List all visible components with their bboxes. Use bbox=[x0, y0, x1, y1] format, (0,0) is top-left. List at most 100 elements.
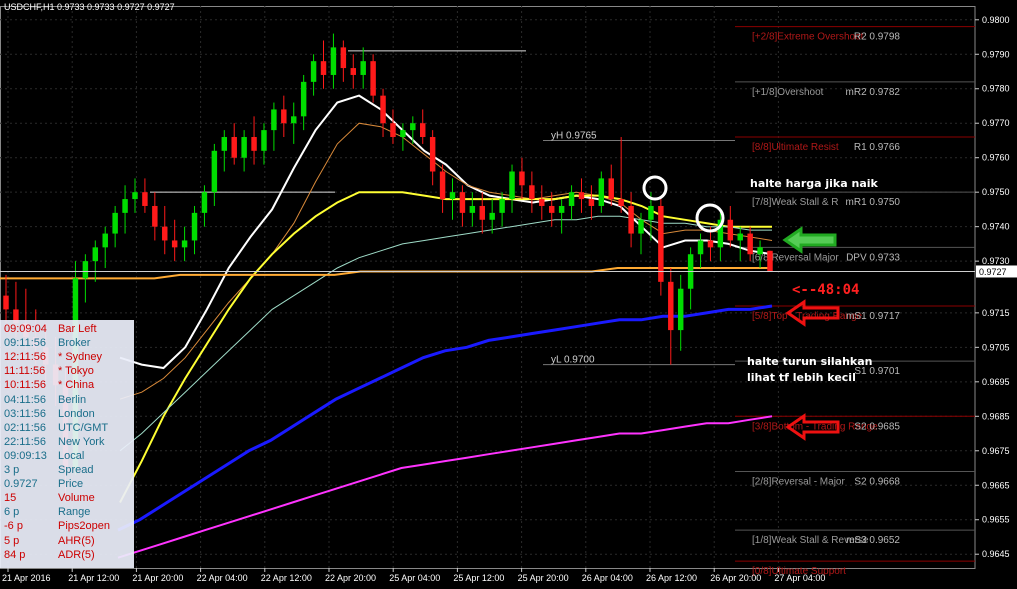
annotation-note-down-1: halte turun silahkan bbox=[747, 355, 873, 368]
candle-bear bbox=[251, 137, 257, 151]
y-tick-label: 0.9780 bbox=[982, 84, 1010, 94]
info-panel-value: 11:11:56 bbox=[4, 365, 46, 378]
candle-bull bbox=[300, 81, 307, 117]
murrey-level-tag: R1 0.9766 bbox=[854, 142, 901, 153]
candle-bull bbox=[469, 205, 476, 213]
y-tick-label: 0.9645 bbox=[982, 549, 1010, 559]
annotation-note-down-2: lihat tf lebih kecil bbox=[747, 371, 856, 384]
info-panel-value: 09:09:04 bbox=[4, 323, 47, 335]
info-panel-value: 6 p bbox=[4, 506, 20, 519]
y-tick-label: 0.9715 bbox=[982, 308, 1010, 318]
info-panel: 09:09:04 Bar Left 09:11:56 Broker 12:11:56 * … bbox=[0, 320, 134, 568]
candle-bear bbox=[578, 192, 585, 200]
info-panel-name: Volume bbox=[58, 492, 95, 505]
info-panel-name: Spread bbox=[58, 464, 94, 476]
x-tick-label: 21 Apr 2016 bbox=[2, 573, 51, 583]
candle-bear bbox=[370, 61, 376, 96]
x-tick-label: 25 Apr 20:00 bbox=[518, 573, 569, 583]
x-tick-label: 26 Apr 20:00 bbox=[710, 573, 761, 583]
candle-bull bbox=[201, 192, 208, 213]
candle-bear bbox=[142, 192, 148, 206]
y-tick-label: 0.9750 bbox=[982, 187, 1010, 197]
murrey-level-tag: DPV 0.9733 bbox=[846, 252, 900, 263]
info-panel-value: 84 p bbox=[4, 548, 26, 561]
y-tick-label: 0.9770 bbox=[982, 118, 1010, 128]
candle-bull bbox=[737, 233, 743, 241]
info-panel-name: Price bbox=[58, 478, 84, 491]
candle-bull bbox=[181, 240, 188, 248]
candle-bull bbox=[132, 192, 138, 200]
candle-bear bbox=[459, 192, 466, 213]
candle-bear bbox=[429, 137, 436, 172]
y-tick-label: 0.9655 bbox=[982, 515, 1010, 525]
annotation-note-up: halte harga jika naik bbox=[750, 177, 878, 190]
info-panel-value: 0.9727 bbox=[4, 478, 38, 491]
info-panel-name: UTC/GMT bbox=[58, 421, 109, 434]
info-panel-name: ADR(5) bbox=[58, 548, 95, 561]
x-tick-label: 22 Apr 04:00 bbox=[197, 573, 248, 583]
candle-bull bbox=[697, 240, 704, 255]
candle-bull bbox=[82, 261, 89, 279]
murrey-level-label: [+1/8]Overshoot bbox=[752, 87, 824, 98]
candle-bear bbox=[419, 123, 426, 138]
candle-bull bbox=[638, 219, 644, 234]
y-tick-label: 0.9730 bbox=[982, 256, 1010, 266]
info-panel-name: Bar Left bbox=[58, 323, 97, 335]
info-panel-name: New York bbox=[58, 435, 105, 448]
info-panel-value: 03:11:56 bbox=[4, 407, 47, 420]
candle-bear bbox=[529, 185, 535, 200]
bar-timer-label: <--48:04 bbox=[792, 282, 860, 298]
candle-bull bbox=[191, 212, 198, 241]
candle-bear bbox=[519, 171, 525, 186]
info-panel-value: 3 p bbox=[4, 464, 20, 476]
candle-bear bbox=[767, 250, 773, 272]
candle-bear bbox=[658, 205, 664, 282]
murrey-level-tag: mR2 0.9782 bbox=[846, 87, 901, 98]
info-panel-name: Berlin bbox=[58, 393, 87, 406]
murrey-level-tag: mS1 0.9717 bbox=[846, 311, 900, 322]
candle-bull bbox=[449, 192, 456, 200]
candle-bull bbox=[112, 212, 118, 234]
candle-bull bbox=[211, 150, 218, 193]
x-tick-label: 21 Apr 12:00 bbox=[68, 573, 119, 583]
info-panel-name: Range bbox=[58, 506, 91, 519]
info-panel-value: 5 p bbox=[4, 534, 20, 547]
candle-bull bbox=[271, 109, 277, 131]
y-tick-label: 0.9790 bbox=[982, 49, 1010, 59]
candle-bear bbox=[380, 95, 386, 124]
hl-label: yL 0.9700 bbox=[551, 355, 595, 366]
y-tick-label: 0.9740 bbox=[982, 222, 1010, 232]
info-panel-value: 12:11:56 bbox=[4, 351, 47, 364]
murrey-level-tag: mR1 0.9750 bbox=[846, 197, 901, 208]
info-panel-name: London bbox=[58, 407, 95, 420]
murrey-level-label: [7/8]Weak Stall & R bbox=[752, 197, 839, 208]
y-tick-label: 0.9800 bbox=[982, 15, 1010, 25]
y-tick-label: 0.9760 bbox=[982, 153, 1010, 163]
candle-bull bbox=[360, 61, 366, 75]
murrey-level-label: [2/8]Reversal - Major bbox=[752, 476, 845, 487]
info-panel-name: Broker bbox=[58, 337, 91, 350]
candle-bull bbox=[102, 233, 108, 248]
x-tick-label: 21 Apr 20:00 bbox=[132, 573, 183, 583]
candle-bear bbox=[727, 219, 734, 241]
candle-bull bbox=[400, 130, 406, 138]
price-chart[interactable]: [+2/8]Extreme OvershootR2 0.9798 [+1/8]Ov… bbox=[0, 0, 1017, 589]
candle-bull bbox=[92, 247, 99, 262]
y-tick-label: 0.9695 bbox=[982, 377, 1010, 387]
candle-bear bbox=[350, 68, 357, 75]
candle-bull bbox=[221, 137, 228, 151]
candle-bear bbox=[281, 109, 287, 124]
candle-bear bbox=[588, 199, 595, 206]
info-panel-value: 02:11:56 bbox=[4, 421, 47, 434]
candle-bear bbox=[320, 61, 327, 75]
chart-symbol-title: USDCHF,H1 0.9733 0.9733 0.9727 0.9727 bbox=[4, 2, 175, 12]
candle-bull bbox=[598, 178, 605, 206]
candle-bull bbox=[677, 288, 684, 331]
candle-bull bbox=[509, 171, 515, 200]
murrey-level-tag: S2 0.9685 bbox=[854, 421, 900, 432]
y-tick-label: 0.9665 bbox=[982, 480, 1010, 490]
x-tick-label: 26 Apr 12:00 bbox=[646, 573, 697, 583]
candle-bear bbox=[479, 205, 485, 220]
info-panel-name: * Sydney bbox=[58, 351, 103, 364]
info-panel-name: AHR(5) bbox=[58, 534, 95, 547]
